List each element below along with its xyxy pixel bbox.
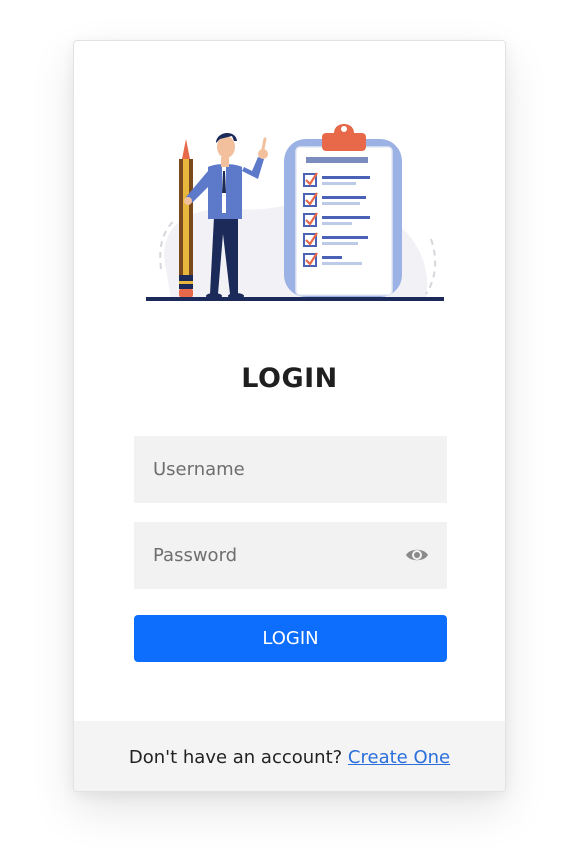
signup-prompt: Don't have an account? (128, 747, 348, 768)
footer: Don't have an account? Create One (74, 721, 505, 791)
page-title: LOGIN (241, 363, 338, 394)
username-input[interactable] (134, 436, 447, 503)
eye-icon[interactable] (405, 545, 429, 565)
password-field-container (134, 522, 447, 589)
login-button[interactable]: LOGIN (134, 615, 447, 662)
create-account-link[interactable]: Create One (348, 747, 450, 768)
username-field-container (134, 436, 447, 503)
password-input[interactable] (134, 522, 447, 589)
login-illustration (146, 124, 444, 301)
login-card: LOGIN LOGIN Don't have an account? Creat… (73, 40, 506, 792)
